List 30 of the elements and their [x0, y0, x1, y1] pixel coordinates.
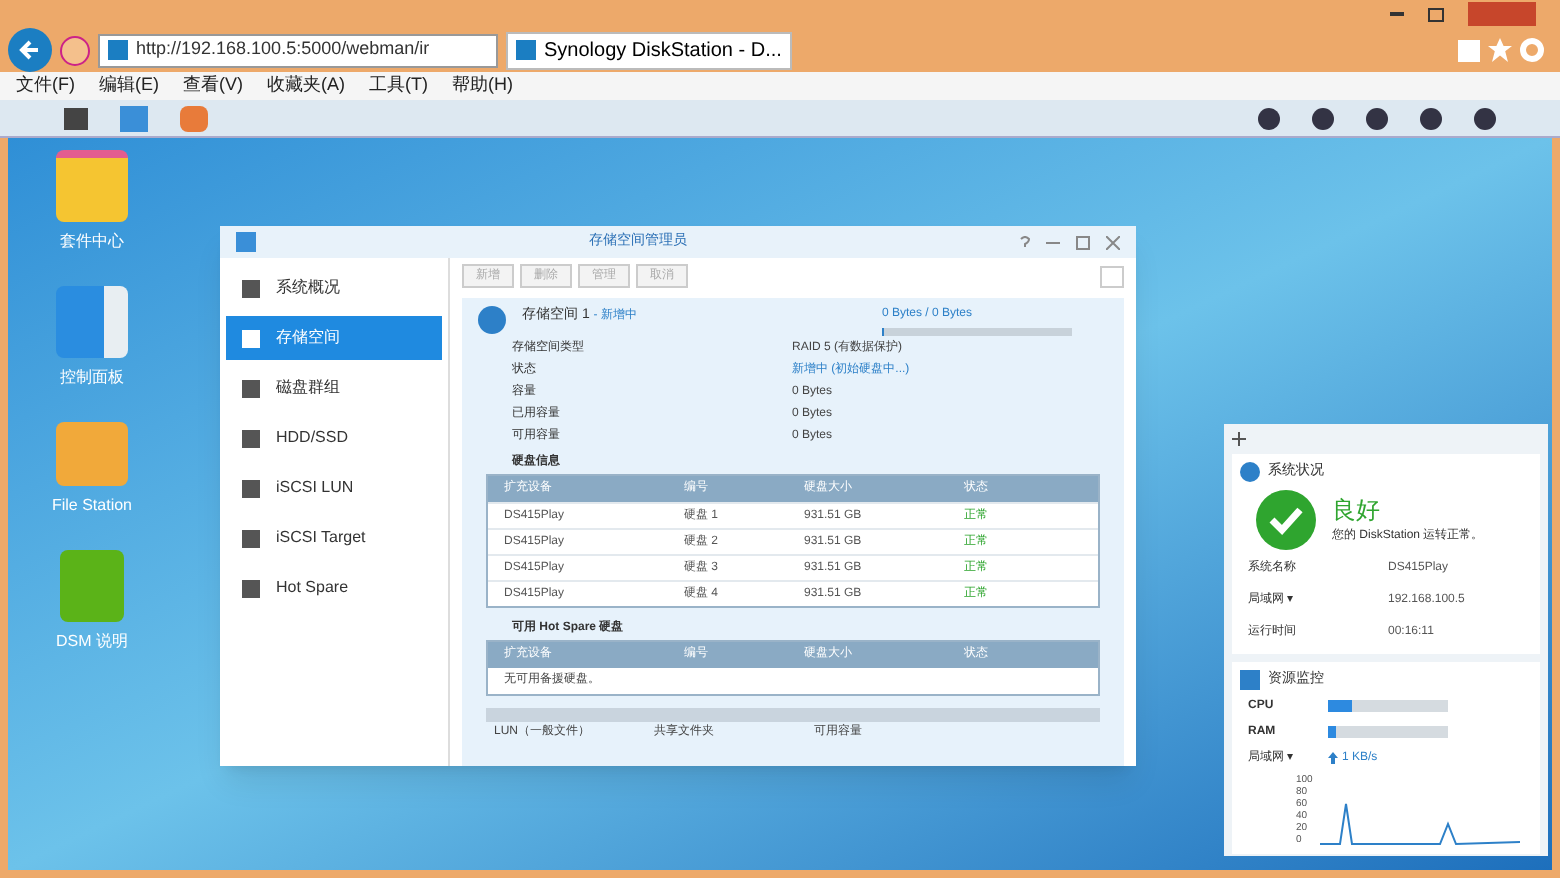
maximize-icon[interactable]: [1428, 7, 1444, 21]
sidebar-item[interactable]: HDD/SSD: [226, 416, 442, 460]
sidebar-item[interactable]: Hot Spare: [226, 566, 442, 610]
menu-item[interactable]: 工具(T): [369, 72, 428, 100]
sidebar-item[interactable]: 系统概况: [226, 266, 442, 310]
meter-bar: [1328, 700, 1448, 712]
sidebar-item[interactable]: iSCSI Target: [226, 516, 442, 560]
close-icon[interactable]: [1106, 235, 1120, 249]
back-arrow-icon: [18, 38, 42, 62]
star-icon[interactable]: [1488, 38, 1512, 62]
address-bar[interactable]: http://192.168.100.5:5000/webman/ir: [98, 33, 498, 67]
maximize-icon[interactable]: [1076, 235, 1090, 249]
checkmark-icon: [1256, 489, 1316, 549]
minimize-icon[interactable]: [1046, 241, 1060, 243]
health-status: 良好: [1332, 494, 1382, 528]
meter-bar: [1328, 726, 1448, 738]
browser-tab[interactable]: Synology DiskStation - D...: [506, 31, 792, 69]
add-icon[interactable]: [1232, 432, 1246, 446]
sidebar-item[interactable]: iSCSI LUN: [226, 466, 442, 510]
forward-button[interactable]: [60, 35, 90, 65]
menu-item[interactable]: 编辑(E): [99, 72, 159, 100]
menu-item[interactable]: 帮助(H): [452, 72, 513, 100]
up-arrow-icon: [1328, 752, 1338, 764]
menu-item[interactable]: 文件(F): [16, 72, 75, 100]
back-button[interactable]: [8, 28, 52, 72]
menu-item[interactable]: 收藏夹(A): [267, 72, 345, 100]
sidebar-item[interactable]: 存储空间: [226, 316, 442, 360]
help-icon[interactable]: [1020, 235, 1030, 249]
menu-item[interactable]: 查看(V): [183, 72, 243, 100]
sidebar-item[interactable]: 磁盘群组: [226, 366, 442, 410]
